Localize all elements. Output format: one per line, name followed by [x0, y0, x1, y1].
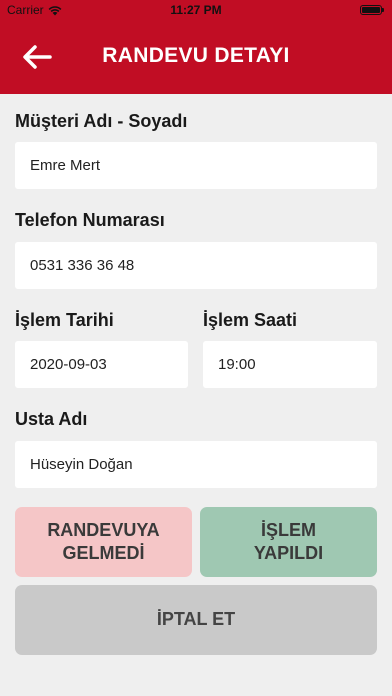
date-field[interactable]: 2020-09-03	[15, 341, 188, 388]
date-label: İşlem Tarihi	[15, 310, 114, 330]
status-bar: Carrier 11:27 PM	[0, 0, 392, 20]
page-title: RANDEVU DETAYI	[102, 44, 290, 67]
status-time: 11:27 PM	[170, 3, 222, 17]
cancel-button[interactable]: İPTAL ET	[15, 585, 377, 655]
completed-label: İŞLEM YAPILDI	[253, 519, 324, 563]
navigation-bar: RANDEVU DETAYI	[0, 20, 392, 94]
phone-label: Telefon Numarası	[15, 210, 165, 230]
time-value: 19:00	[218, 356, 256, 373]
master-name-field[interactable]: Hüseyin Doğan	[15, 441, 377, 488]
time-label: İşlem Saati	[203, 310, 298, 330]
cancel-label: İPTAL ET	[156, 609, 236, 630]
customer-name-field[interactable]: Emre Mert	[15, 142, 377, 189]
no-show-button[interactable]: RANDEVUYA GELMEDİ	[15, 507, 192, 577]
time-field[interactable]: 19:00	[203, 341, 377, 388]
completed-button[interactable]: İŞLEM YAPILDI	[200, 507, 377, 577]
master-name-label: Usta Adı	[15, 409, 88, 429]
customer-name-value: Emre Mert	[30, 157, 101, 174]
customer-name-label: Müşteri Adı - Soyadı	[15, 111, 188, 131]
date-value: 2020-09-03	[30, 356, 107, 373]
phone-field[interactable]: 0531 336 36 48	[15, 242, 377, 289]
master-name-value: Hüseyin Doğan	[30, 456, 133, 473]
no-show-label: RANDEVUYA GELMEDİ	[47, 519, 160, 563]
phone-value: 0531 336 36 48	[30, 257, 135, 274]
battery-icon	[360, 5, 384, 15]
